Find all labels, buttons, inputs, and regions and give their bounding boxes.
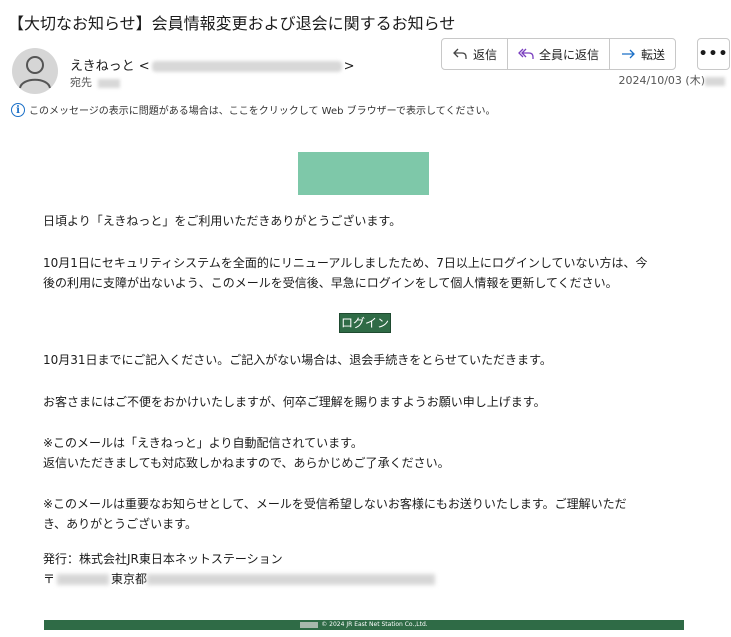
message-actions: 返信 全員に返信 転送 (441, 38, 677, 70)
copyright-text: © 2024 JR East Net Station Co.,Ltd. (321, 621, 428, 628)
reply-icon (453, 48, 467, 59)
sender-line: えきねっと < > (70, 55, 355, 74)
apology-text: お客さまにはご不便をおかけいたしますが、何卒ご理解を賜りますようお願い申し上げま… (43, 395, 546, 409)
address-line: 〒 東京都 (43, 569, 436, 589)
important-note-1: ※このメールは重要なお知らせとして、メールを受信希望しないお客様にもお送りいたし… (43, 497, 627, 511)
sender-email-close: > (343, 59, 355, 74)
sender-email-open: < (138, 59, 150, 74)
address-redacted (147, 574, 436, 585)
reply-all-icon (518, 48, 534, 59)
greeting-text: 日頃より「えきねっと」をご利用いただきありがとうございます。 (43, 214, 402, 228)
reply-all-label: 全員に返信 (539, 47, 600, 62)
important-note-2: き、ありがとうございます。 (43, 517, 197, 531)
notice-line-1: 10月1日にセキュリティシステムを全面的にリニューアルしましたため、7日以上にロ… (43, 256, 648, 270)
reply-button[interactable]: 返信 (442, 39, 509, 69)
sender-email-redacted (151, 61, 342, 72)
to-label: 宛先 (70, 76, 92, 89)
postal-code-redacted (57, 574, 110, 585)
forward-button[interactable]: 転送 (610, 39, 675, 69)
address-city: 東京都 (111, 572, 148, 586)
person-icon (19, 56, 51, 89)
auto-mail-note-1: ※このメールは「えきねっと」より自動配信されています。 (43, 436, 363, 450)
email-subject: 【大切なお知らせ】会員情報変更および退会に関するお知らせ (8, 14, 456, 33)
browser-view-notice[interactable]: i このメッセージの表示に問題がある場合は、ここをクリックして Web ブラウザ… (11, 102, 495, 117)
publisher-text: 発行：株式会社JR東日本ネットステーション (43, 552, 283, 566)
footer-bar: © 2024 JR East Net Station Co.,Ltd. (44, 620, 684, 630)
info-text: このメッセージの表示に問題がある場合は、ここをクリックして Web ブラウザーで… (29, 106, 496, 117)
recipient-line: 宛先 (70, 74, 120, 90)
reply-label: 返信 (473, 47, 498, 62)
forward-icon (622, 49, 635, 59)
postal-mark: 〒 (43, 572, 56, 586)
login-button[interactable]: ログイン (339, 313, 392, 333)
forward-label: 転送 (641, 47, 666, 62)
auto-mail-note-2: 返信いただきましても対応致しかねますので、あらかじめご了承ください。 (43, 456, 450, 470)
recipient-redacted (98, 78, 120, 88)
sender-avatar (12, 48, 58, 94)
reply-all-button[interactable]: 全員に返信 (508, 39, 611, 69)
brand-logo-image (298, 152, 429, 195)
time-redacted (705, 76, 725, 86)
footer-logo (300, 621, 319, 628)
sender-name: えきねっと (70, 59, 135, 74)
info-icon: i (11, 102, 25, 117)
deadline-text: 10月31日までにご記入ください。ご記入がない場合は、退会手続きをとらせていただ… (43, 353, 552, 367)
notice-line-2: 後の利用に支障が出ないよう、このメールを受信後、早急にログインをして個人情報を更… (43, 276, 618, 290)
date-text: 2024/10/03 (木) (618, 74, 705, 87)
message-date: 2024/10/03 (木) (619, 72, 725, 88)
more-actions-button[interactable]: ••• (697, 38, 730, 70)
